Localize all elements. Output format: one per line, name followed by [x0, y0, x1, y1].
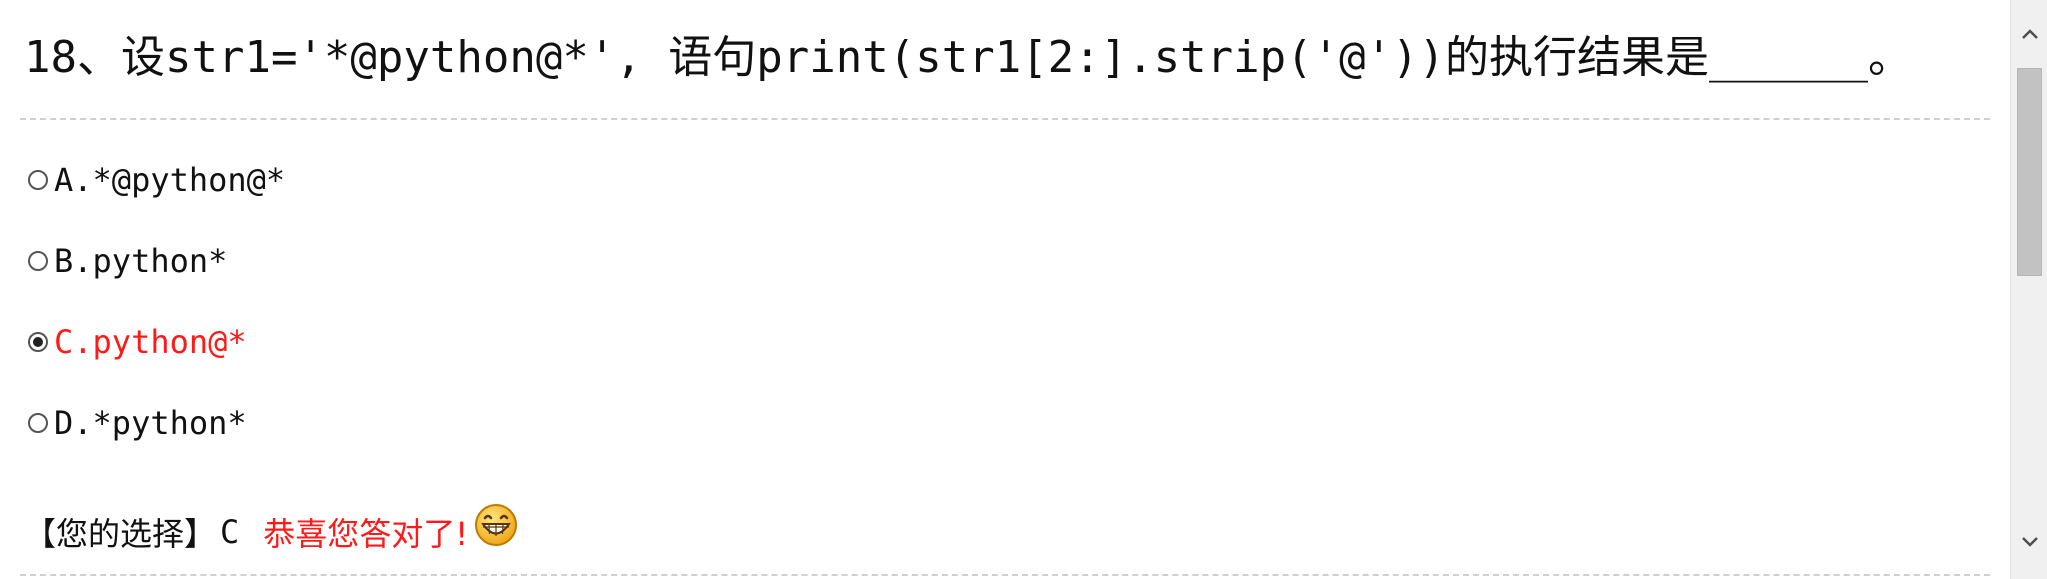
your-choice-label: 【您的选择】: [24, 515, 217, 553]
option-b-letter: B.: [54, 242, 93, 280]
quiz-content: 18、设str1='*@python@*', 语句print(str1[2:].…: [0, 0, 2000, 579]
your-choice-value: C: [220, 513, 240, 551]
scroll-down-button[interactable]: [2011, 522, 2047, 562]
option-a-letter: A.: [54, 161, 93, 199]
option-d-letter: D.: [54, 404, 93, 442]
option-c-text: python@*: [92, 323, 247, 361]
option-a-text: *@python@*: [92, 161, 286, 199]
answer-result: 【您的选择】 C 恭喜您答对了!: [24, 504, 518, 560]
correct-message: 恭喜您答对了!: [263, 515, 469, 553]
chevron-down-icon: [2021, 537, 2038, 547]
grinning-smiley-icon: [475, 504, 518, 546]
option-d-text: *python*: [92, 404, 247, 442]
radio-c-selected[interactable]: [28, 332, 48, 352]
radio-a[interactable]: [28, 170, 48, 190]
option-d[interactable]: D. *python*: [28, 398, 247, 448]
scroll-thumb[interactable]: [2017, 68, 2042, 276]
option-c[interactable]: C. python@*: [28, 317, 247, 367]
option-b[interactable]: B. python*: [28, 236, 227, 286]
scroll-up-button[interactable]: [2011, 14, 2047, 54]
divider: [20, 118, 1990, 120]
option-b-text: python*: [92, 242, 228, 280]
radio-b[interactable]: [28, 251, 48, 271]
option-a[interactable]: A. *@python@*: [28, 155, 285, 205]
chevron-up-icon: [2021, 29, 2038, 39]
option-c-letter: C.: [54, 323, 93, 361]
radio-d[interactable]: [28, 413, 48, 433]
question-text: 18、设str1='*@python@*', 语句print(str1[2:].…: [24, 32, 1912, 83]
divider-bottom: [20, 574, 1990, 576]
vertical-scrollbar[interactable]: [2010, 0, 2047, 579]
